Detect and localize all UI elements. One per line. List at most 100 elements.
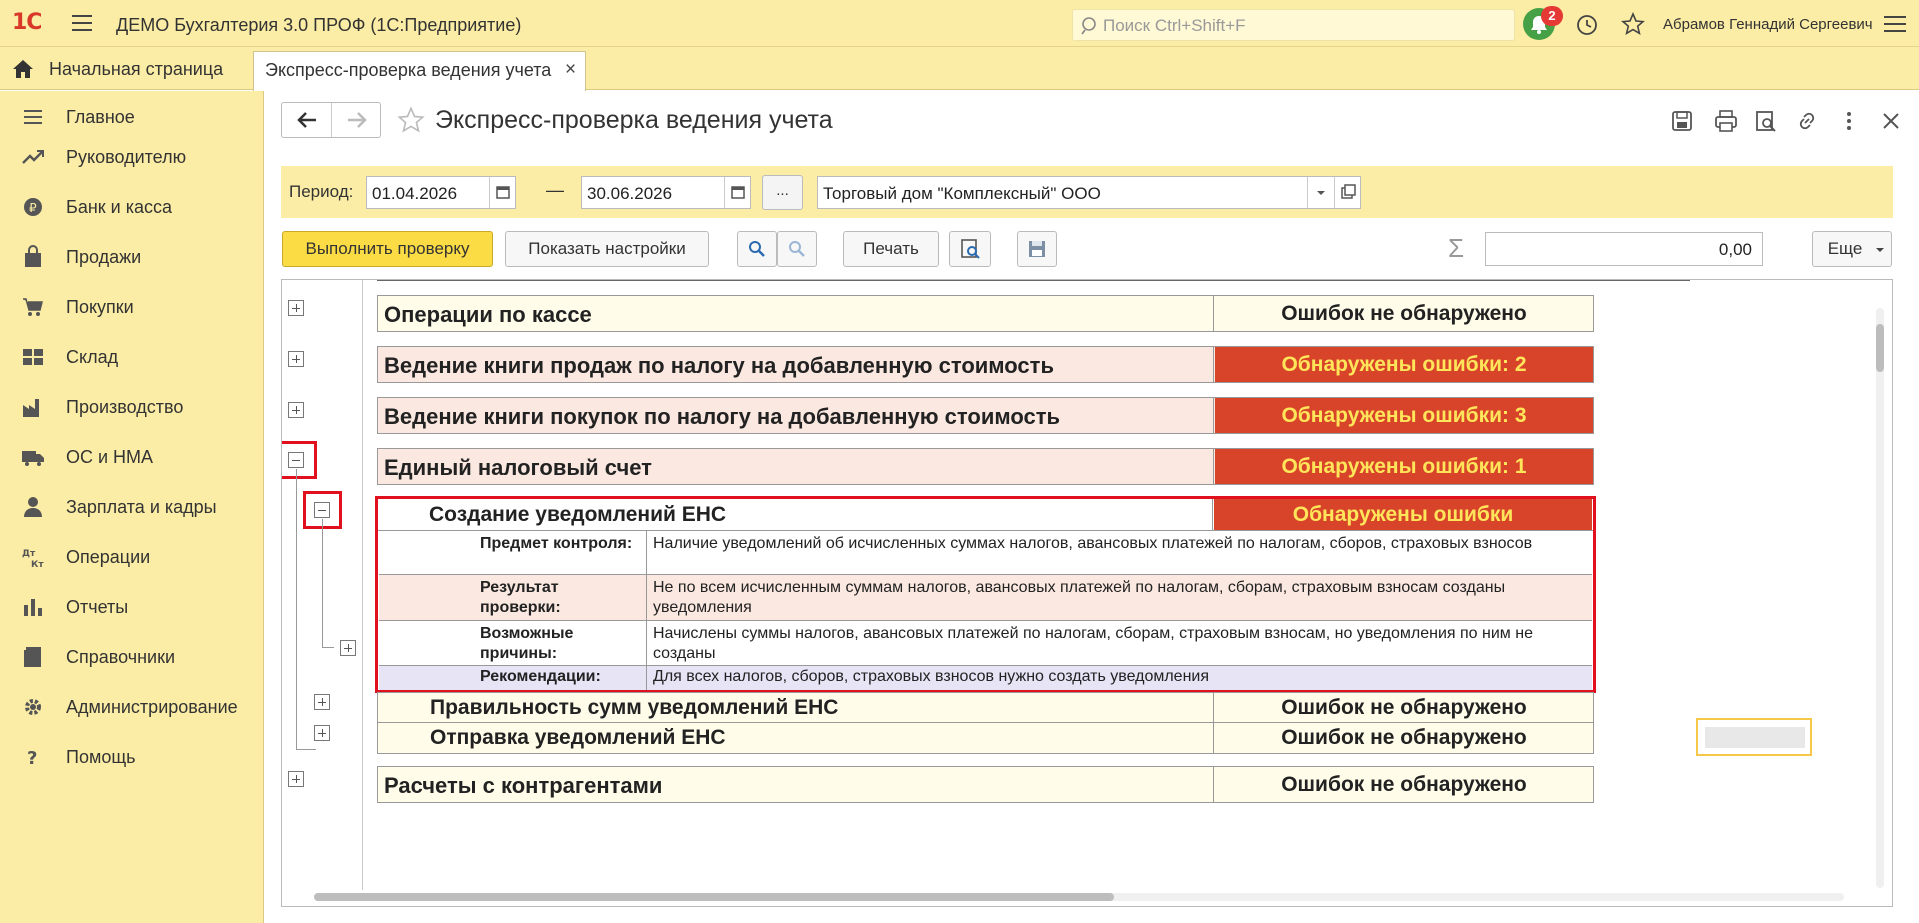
preview-icon[interactable] — [1755, 110, 1777, 132]
forward-button[interactable] — [332, 103, 382, 137]
sidebar-item-label: Отчеты — [66, 597, 129, 617]
check-row[interactable]: Ведение книги покупок по налогу на добав… — [377, 397, 1594, 434]
calendar-button[interactable] — [489, 177, 515, 208]
date-from-field[interactable]: 01.04.2026 — [366, 176, 516, 209]
calendar-button[interactable] — [724, 177, 750, 208]
more-actions-icon[interactable] — [1838, 110, 1860, 132]
system-menu-icon[interactable] — [1884, 15, 1906, 33]
add-to-favorites-icon[interactable] — [397, 106, 425, 134]
search-input[interactable]: Поиск Ctrl+Shift+F — [1072, 9, 1515, 41]
main-menu-icon[interactable] — [72, 15, 92, 31]
print-button[interactable]: Печать — [843, 231, 939, 267]
expand-group-button[interactable] — [288, 402, 304, 418]
check-row[interactable]: Единый налоговый счет Обнаружены ошибки:… — [377, 448, 1594, 485]
notifications-count-badge: 2 — [1541, 6, 1563, 26]
tab-home[interactable]: Начальная страница — [0, 47, 250, 90]
check-name: Единый налоговый счет — [384, 455, 652, 480]
preview-icon — [961, 239, 980, 259]
check-name: Ведение книги покупок по налогу на добав… — [384, 404, 1061, 429]
sidebar-item-bank[interactable]: ₽ Банк и касса — [0, 187, 264, 227]
choose-period-button[interactable]: ... — [762, 175, 803, 210]
sub-check-row[interactable]: Отправка уведомлений ЕНС Ошибок не обнар… — [377, 722, 1594, 754]
horizontal-scrollbar[interactable] — [314, 893, 1844, 901]
check-row[interactable]: Операции по кассе Ошибок не обнаружено — [377, 295, 1594, 332]
save-report-button[interactable] — [1017, 231, 1057, 267]
user-name[interactable]: Абрамов Геннадий Сергеевич — [1663, 16, 1873, 33]
sidebar-item-help[interactable]: ? Помощь — [0, 737, 264, 777]
sidebar-item-catalogs[interactable]: Справочники — [0, 637, 264, 677]
open-icon — [1341, 184, 1356, 199]
organization-field[interactable]: Торговый дом "Комплексный" ООО — [817, 176, 1361, 209]
tab-express-check[interactable]: Экспресс-проверка ведения учета × — [253, 51, 586, 91]
sub-check-name: Правильность сумм уведомлений ЕНС — [430, 696, 839, 719]
sub-check-row[interactable]: Правильность сумм уведомлений ЕНС Ошибок… — [377, 692, 1594, 723]
sidebar-item-salary[interactable]: Зарплата и кадры — [0, 487, 264, 527]
check-name: Расчеты с контрагентами — [384, 773, 663, 798]
sidebar-item-main[interactable]: Главное — [0, 97, 264, 137]
chevron-down-icon — [1317, 191, 1325, 195]
expand-detail-button[interactable] — [340, 640, 356, 656]
show-settings-button[interactable]: Показать настройки — [505, 231, 709, 267]
sidebar-item-production[interactable]: Производство — [0, 387, 264, 427]
preview-button[interactable] — [949, 231, 991, 267]
report-spreadsheet[interactable]: Операции по кассе Ошибок не обнаружено В… — [281, 279, 1893, 907]
sidebar-item-sales[interactable]: Продажи — [0, 237, 264, 277]
more-button[interactable]: Еще — [1812, 231, 1892, 267]
selected-cell[interactable] — [1696, 718, 1812, 756]
organization-dropdown-button[interactable] — [1307, 177, 1333, 208]
close-form-icon[interactable] — [1880, 110, 1902, 132]
logo-1c[interactable]: 1С — [12, 10, 42, 35]
check-status: Ошибок не обнаружено — [1281, 302, 1527, 325]
sidebar-item-admin[interactable]: Администрирование — [0, 687, 264, 727]
dt-kt-icon: ДтКт — [22, 549, 44, 569]
period-label: Период: — [289, 182, 354, 201]
expand-subgroup-button[interactable] — [314, 694, 330, 710]
period-dash: — — [546, 180, 564, 200]
vertical-scrollbar[interactable] — [1876, 308, 1884, 888]
sidebar-item-reports[interactable]: Отчеты — [0, 587, 264, 627]
scroll-thumb[interactable] — [314, 893, 1114, 901]
sidebar-item-label: Склад — [66, 347, 119, 367]
sidebar-item-purchases[interactable]: Покупки — [0, 287, 264, 327]
favorites-star-icon[interactable] — [1621, 12, 1645, 36]
book-icon — [24, 647, 41, 667]
expand-group-button[interactable] — [288, 771, 304, 787]
organization-open-button[interactable] — [1334, 177, 1360, 208]
expand-group-button[interactable] — [288, 300, 304, 316]
sidebar-item-assets[interactable]: ОС и НМА — [0, 437, 264, 477]
expand-group-button[interactable] — [288, 351, 304, 367]
sidebar: Главное Руководителю ₽ Банк и касса Прод… — [0, 91, 264, 923]
warehouse-icon — [23, 349, 43, 365]
sidebar-item-label: Зарплата и кадры — [66, 497, 217, 517]
sidebar-item-operations[interactable]: Дт Кт Операции — [0, 537, 264, 577]
find-button[interactable] — [737, 231, 777, 267]
cancel-search-button[interactable] — [777, 231, 817, 267]
back-button[interactable] — [282, 103, 332, 137]
expand-subgroup-button[interactable] — [314, 725, 330, 741]
tab-active-label: Экспресс-проверка ведения учета — [265, 60, 552, 80]
link-icon[interactable] — [1796, 110, 1818, 132]
search-placeholder: Поиск Ctrl+Shift+F — [1103, 16, 1246, 35]
sidebar-item-label: Банк и касса — [66, 197, 172, 217]
history-icon[interactable] — [1575, 13, 1599, 37]
cancel-search-icon — [789, 241, 805, 257]
date-to-field[interactable]: 30.06.2026 — [581, 176, 751, 209]
sidebar-item-label: Главное — [66, 107, 135, 127]
sidebar-item-director[interactable]: Руководителю — [0, 137, 264, 177]
check-row[interactable]: Ведение книги продаж по налогу на добавл… — [377, 346, 1594, 383]
bag-icon — [25, 245, 41, 267]
sidebar-item-label: Продажи — [66, 247, 142, 267]
svg-text:Кт: Кт — [31, 560, 44, 569]
app-title: ДЕМО Бухгалтерия 3.0 ПРОФ (1С:Предприяти… — [116, 15, 522, 35]
svg-text:Дт: Дт — [22, 549, 36, 559]
run-check-button[interactable]: Выполнить проверку — [282, 231, 493, 267]
check-row[interactable]: Расчеты с контрагентами Ошибок не обнару… — [377, 766, 1594, 803]
save-icon[interactable] — [1671, 110, 1693, 132]
bar-chart-icon — [24, 599, 42, 616]
highlight-frame — [375, 496, 1596, 693]
print-icon[interactable] — [1714, 110, 1738, 132]
scroll-thumb[interactable] — [1876, 324, 1884, 372]
close-tab-icon[interactable]: × — [565, 59, 576, 81]
sidebar-item-warehouse[interactable]: Склад — [0, 337, 264, 377]
factory-icon — [23, 399, 39, 417]
